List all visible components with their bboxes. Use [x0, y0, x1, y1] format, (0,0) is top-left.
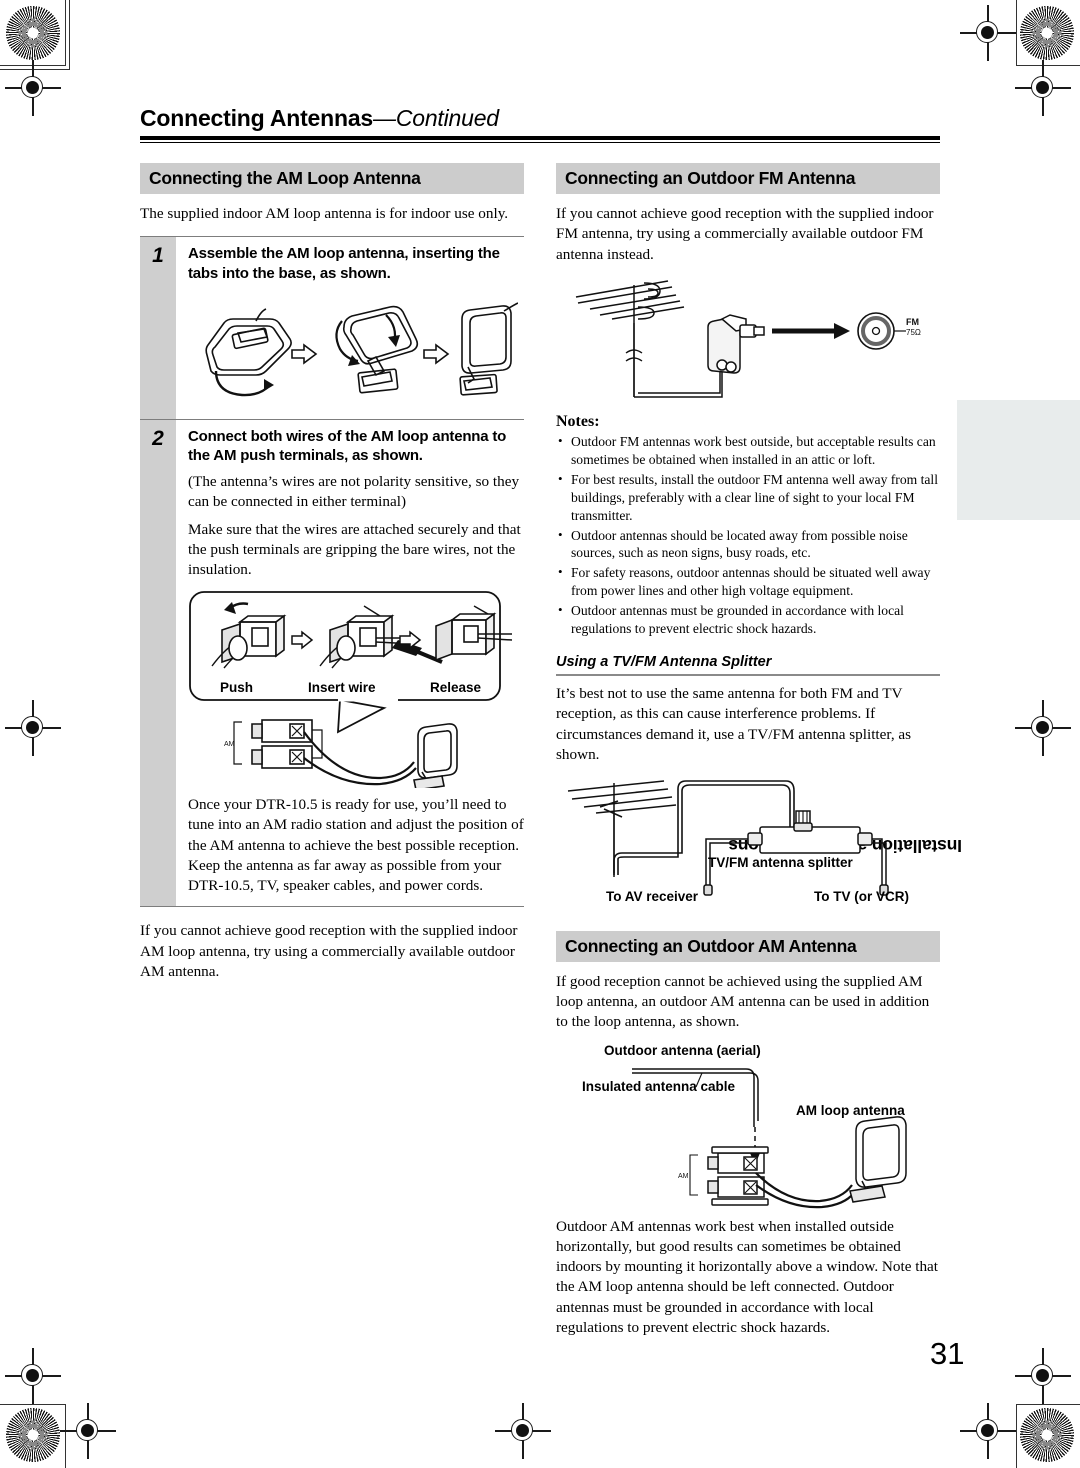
edge-tab-block — [957, 400, 1080, 520]
am-loop-outro-text: If you cannot achieve good reception wit… — [140, 922, 518, 980]
registration-cross-bottom-center — [495, 1403, 551, 1459]
running-head: Connecting Antennas—Continued — [140, 105, 940, 136]
note-item: Outdoor antennas should be located away … — [556, 526, 940, 563]
fm-jack-label-impedance: 75Ω — [906, 328, 921, 337]
title-rule-thin — [140, 142, 940, 144]
am-outdoor-outro-text: Outdoor AM antennas work best when insta… — [556, 1217, 939, 1336]
figure-caption-release: Release — [430, 680, 482, 696]
corner-frame-bottom-right — [1016, 1404, 1080, 1468]
step-2: 2 Connect both wires of the AM loop ante… — [140, 418, 524, 908]
registration-cross-mid-left — [5, 700, 61, 756]
am-outdoor-intro-text: If good reception cannot be achieved usi… — [556, 973, 930, 1031]
fm-notes-list: Outdoor FM antennas work best outside, b… — [556, 432, 940, 638]
registration-cross-top-right-b — [1015, 60, 1071, 116]
corner-frame-bottom-left — [0, 1404, 66, 1468]
label-to-av-receiver: To AV receiver — [606, 889, 699, 905]
step-1-title: Assemble the AM loop antenna, inserting … — [188, 245, 500, 282]
fm-intro-text: If you cannot achieve good reception wit… — [556, 205, 934, 263]
figure-caption-insert-wire: Insert wire — [308, 680, 376, 696]
registration-cross-top-left-b — [5, 60, 61, 116]
tv-fm-splitter-figure: TV/FM antenna splitter To AV receiver To… — [556, 775, 940, 907]
splitter-body-text: It’s best not to use the same antenna fo… — [556, 685, 912, 763]
running-head-main: Connecting Antennas — [140, 105, 374, 131]
registration-cross-mid-right — [1015, 700, 1071, 756]
label-to-tv-or-vcr: To TV (or VCR) — [814, 889, 909, 905]
note-item: Outdoor FM antennas work best outside, b… — [556, 432, 940, 469]
am-terminal-label-outdoor: AM — [678, 1173, 689, 1180]
registration-cross-bottom-right-a — [1015, 1348, 1071, 1404]
am-terminal-label: AM — [224, 741, 235, 748]
note-item: For best results, install the outdoor FM… — [556, 470, 940, 525]
two-column-layout: Connecting the AM Loop Antenna The suppl… — [140, 163, 940, 1338]
registration-cross-bottom-left-a — [5, 1348, 61, 1404]
corner-frame-top-right — [1016, 0, 1080, 66]
step-2-closing-text: Once your DTR-10.5 is ready for use, you… — [188, 796, 524, 895]
step-1-body: Assemble the AM loop antenna, inserting … — [176, 237, 524, 418]
am-loop-assembly-figure — [188, 293, 524, 405]
heading-connecting-outdoor-fm-antenna: Connecting an Outdoor FM Antenna — [556, 163, 940, 195]
outdoor-am-antenna-figure: Outdoor antenna (aerial) Insulated anten… — [556, 1043, 940, 1213]
step-1-number: 1 — [140, 237, 176, 419]
right-column: Connecting an Outdoor FM Antenna If you … — [556, 163, 940, 1338]
am-push-terminal-figure: AM Push Insert wire Release — [188, 590, 524, 789]
note-item: For safety reasons, outdoor antennas sho… — [556, 563, 940, 600]
manual-page: Installation and Connections 31 Connecti… — [0, 0, 1080, 1468]
left-column: Connecting the AM Loop Antenna The suppl… — [140, 163, 524, 1338]
heading-connecting-am-loop-antenna: Connecting the AM Loop Antenna — [140, 163, 524, 195]
step-2-body: Connect both wires of the AM loop antenn… — [176, 420, 524, 907]
registration-cross-top-right-a — [960, 5, 1016, 61]
label-tv-fm-antenna-splitter: TV/FM antenna splitter — [708, 855, 853, 871]
title-rule-thick — [140, 136, 940, 140]
step-2-title: Connect both wires of the AM loop antenn… — [188, 427, 507, 464]
outdoor-fm-antenna-figure: FM 75Ω — [556, 275, 940, 403]
page-content: Connecting Antennas—Continued Connecting… — [140, 105, 940, 1338]
notes-label: Notes: — [556, 412, 600, 430]
registration-cross-top-left-a — [60, 5, 116, 61]
registration-cross-bottom-right-b — [960, 1403, 1016, 1459]
registration-cross-bottom-left-b — [60, 1403, 116, 1459]
fm-jack-label-fm: FM — [906, 317, 919, 327]
figure-caption-push: Push — [220, 680, 254, 696]
running-head-continued: —Continued — [373, 105, 499, 131]
heading-connecting-outdoor-am-antenna: Connecting an Outdoor AM Antenna — [556, 931, 940, 963]
step-2-paragraph-1: (The antenna’s wires are not polarity se… — [188, 473, 520, 511]
step-2-number: 2 — [140, 419, 176, 907]
am-loop-intro-text: The supplied indoor AM loop antenna is f… — [140, 205, 509, 223]
step-2-paragraph-2: Make sure that the wires are attached se… — [188, 520, 521, 579]
step-1: 1 Assemble the AM loop antenna, insertin… — [140, 236, 524, 419]
subheading-tv-fm-antenna-splitter: Using a TV/FM Antenna Splitter — [556, 654, 940, 677]
page-number: 31 — [930, 1336, 965, 1371]
note-item: Outdoor antennas must be grounded in acc… — [556, 601, 940, 638]
